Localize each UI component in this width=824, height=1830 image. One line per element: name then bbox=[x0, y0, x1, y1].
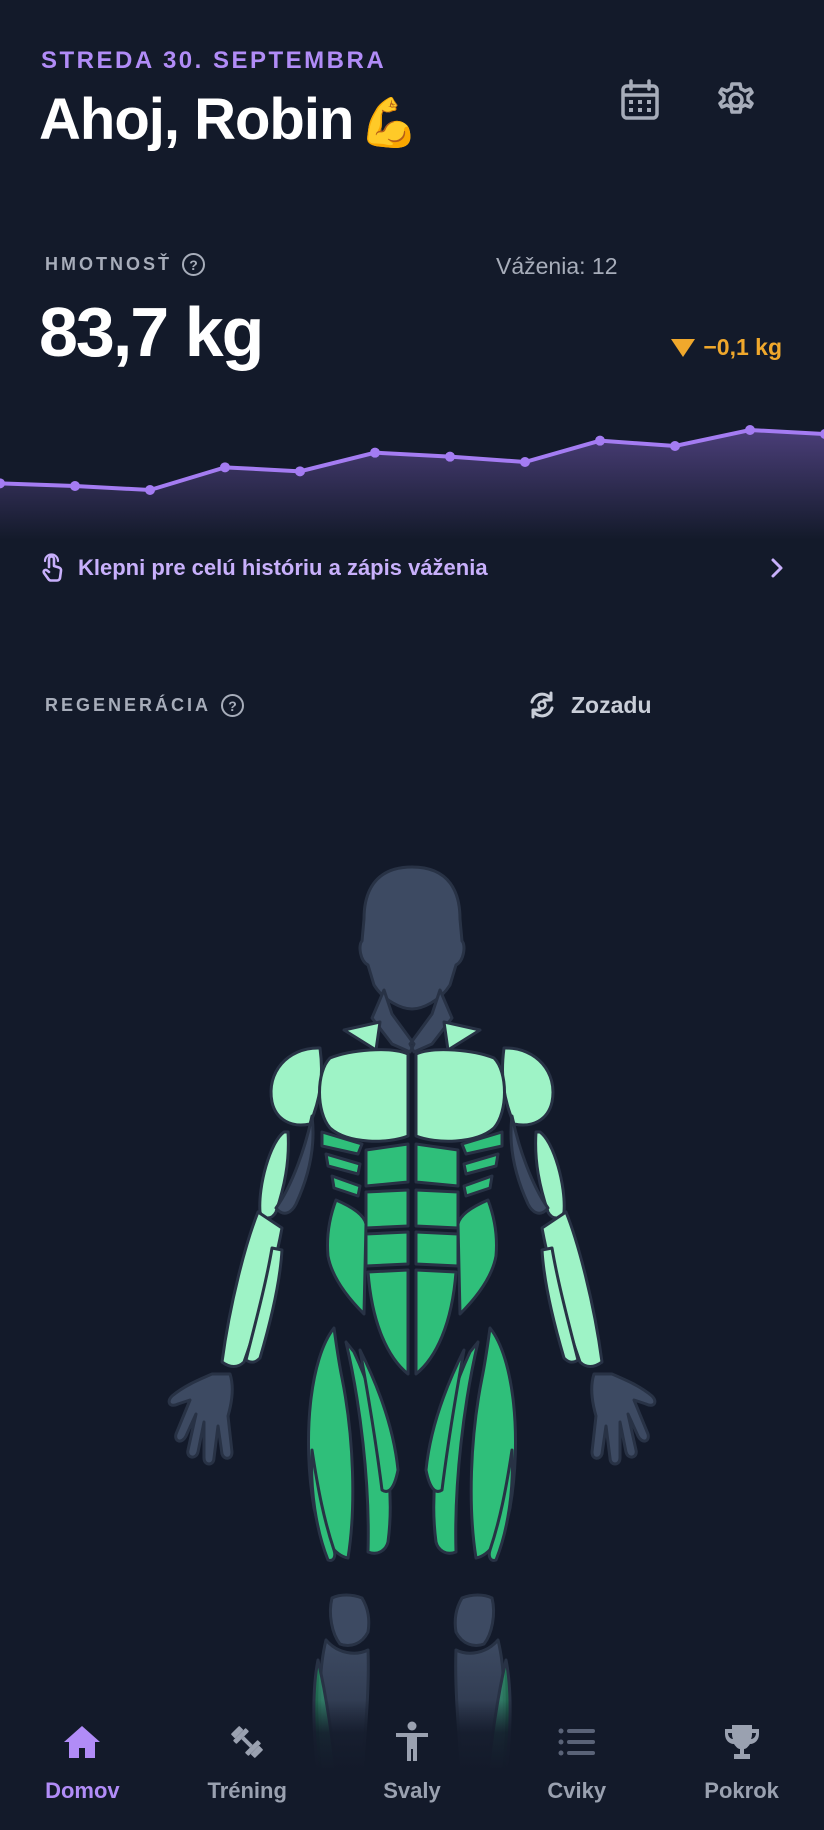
chart-point bbox=[220, 462, 230, 473]
abs-mid-left bbox=[364, 1188, 410, 1230]
dumbbell-icon bbox=[225, 1720, 269, 1764]
head bbox=[358, 865, 466, 1011]
right-serratus bbox=[460, 1130, 504, 1198]
weighings-count: Váženia: 12 bbox=[496, 253, 618, 279]
history-link-label: Klepni pre celú históriu a zápis váženia bbox=[78, 555, 488, 580]
flexed-biceps-emoji: 💪 bbox=[359, 97, 419, 150]
abs-upper-left bbox=[364, 1142, 410, 1188]
regeneration-label: REGENERÁCIA bbox=[45, 695, 212, 715]
help-icon[interactable]: ? bbox=[221, 694, 245, 717]
regeneration-section-label: REGENERÁCIA ? bbox=[45, 694, 245, 717]
right-knee bbox=[453, 1593, 496, 1647]
abs-low-left bbox=[364, 1230, 410, 1268]
left-serratus bbox=[320, 1130, 364, 1198]
nav-item-svaly[interactable]: Svaly bbox=[330, 1700, 495, 1830]
abs-mid-right bbox=[414, 1188, 460, 1230]
right-hand bbox=[590, 1372, 657, 1466]
right-oblique bbox=[456, 1198, 498, 1316]
weight-chart[interactable] bbox=[0, 400, 824, 540]
weight-section-label: HMOTNOSŤ ? bbox=[45, 253, 205, 276]
chart-area bbox=[0, 430, 824, 540]
weight-delta-value: −0,1 kg bbox=[703, 334, 782, 360]
home-icon bbox=[60, 1720, 104, 1764]
abs-upper-right bbox=[414, 1142, 460, 1188]
left-knee bbox=[328, 1593, 371, 1647]
chart-point bbox=[295, 466, 305, 477]
right-pectoral bbox=[414, 1048, 506, 1143]
nav-label: Cviky bbox=[547, 1778, 607, 1803]
tap-hand-icon bbox=[42, 553, 63, 582]
list-icon bbox=[555, 1720, 599, 1764]
greeting-text: Ahoj, Robin bbox=[39, 87, 354, 152]
left-oblique bbox=[326, 1198, 368, 1316]
nav-item-pokrok[interactable]: Pokrok bbox=[659, 1700, 824, 1830]
current-weight: 83,7 kg bbox=[39, 293, 264, 371]
chart-point bbox=[70, 481, 80, 491]
chart-point bbox=[445, 451, 455, 462]
weight-label: HMOTNOSŤ bbox=[45, 254, 172, 274]
chevron-right-icon bbox=[771, 558, 783, 578]
nav-label: Svaly bbox=[383, 1778, 441, 1803]
chart-point bbox=[745, 425, 755, 435]
weight-history-link[interactable]: Klepni pre celú históriu a zápis váženia bbox=[40, 552, 784, 584]
left-pectoral bbox=[318, 1048, 410, 1143]
rotate-icon bbox=[530, 691, 554, 719]
left-quad-outer bbox=[307, 1326, 355, 1560]
chart-point bbox=[670, 441, 680, 451]
chart-point bbox=[145, 485, 155, 495]
calendar-icon[interactable] bbox=[612, 72, 668, 128]
down-triangle-icon bbox=[671, 338, 696, 357]
chart-point bbox=[370, 447, 380, 458]
gear-icon[interactable] bbox=[708, 72, 764, 128]
bottom-navigation: Domov Tréning Svaly Cviky Pokrok bbox=[0, 1700, 824, 1830]
rotate-view-button[interactable]: Zozadu bbox=[527, 690, 652, 720]
chart-point bbox=[595, 435, 605, 446]
nav-label: Tréning bbox=[207, 1778, 287, 1803]
left-deltoid bbox=[269, 1046, 324, 1127]
rotate-label: Zozadu bbox=[571, 691, 652, 718]
abs-low-right bbox=[414, 1230, 460, 1268]
muscle-body-figure[interactable] bbox=[0, 850, 824, 1830]
left-hand bbox=[167, 1372, 234, 1466]
right-deltoid bbox=[500, 1046, 555, 1127]
right-trapezius bbox=[442, 1020, 482, 1052]
nav-item-domov[interactable]: Domov bbox=[0, 1700, 165, 1830]
left-trapezius bbox=[342, 1020, 382, 1052]
chart-point bbox=[520, 457, 530, 467]
nav-label: Domov bbox=[45, 1778, 120, 1803]
trophy-icon bbox=[720, 1720, 764, 1764]
abs-lower-left bbox=[366, 1268, 410, 1376]
person-icon bbox=[390, 1720, 434, 1764]
nav-item-cviky[interactable]: Cviky bbox=[494, 1700, 659, 1830]
greeting-title: Ahoj, Robin 💪 bbox=[39, 86, 419, 153]
nav-item-trening[interactable]: Tréning bbox=[165, 1700, 330, 1830]
abs-lower-right bbox=[414, 1268, 458, 1376]
date-label: STREDA 30. SEPTEMBRA bbox=[41, 47, 387, 74]
right-quad-outer bbox=[469, 1326, 517, 1560]
help-icon[interactable]: ? bbox=[182, 253, 205, 276]
nav-label: Pokrok bbox=[704, 1778, 779, 1803]
weight-delta: −0,1 kg bbox=[671, 334, 782, 361]
